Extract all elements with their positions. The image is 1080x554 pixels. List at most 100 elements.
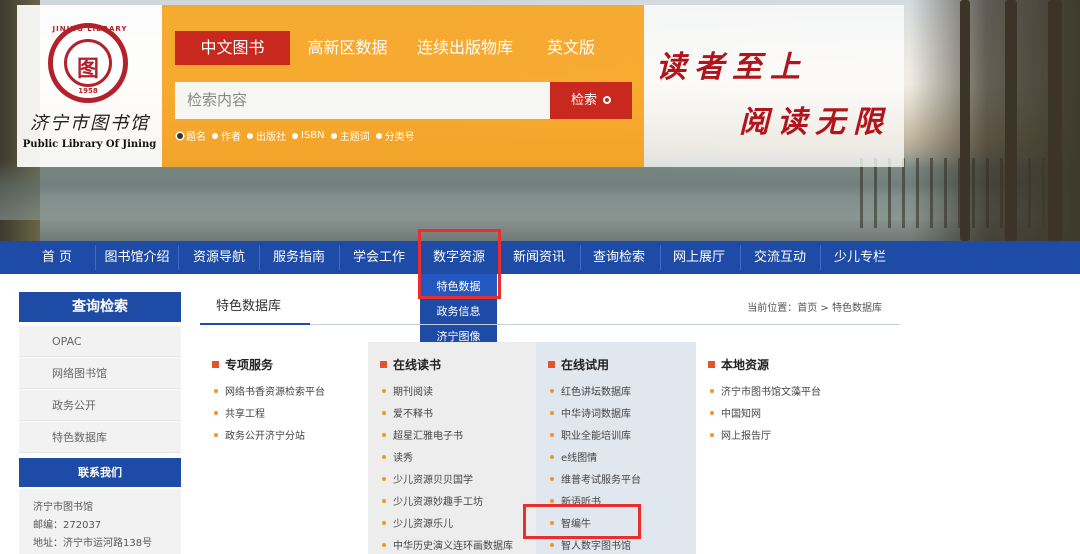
nav-children[interactable]: 少儿专栏: [821, 241, 899, 274]
radio-title[interactable]: 题名: [177, 128, 206, 143]
square-bullet-icon: [708, 361, 715, 368]
main-nav: 首 页 图书馆介绍 资源导航 服务指南 学会工作 数字资源 新闻资讯 查询检索 …: [0, 241, 1080, 274]
list-item[interactable]: 中华历史演义连环画数据库: [382, 536, 513, 554]
nav-resources[interactable]: 资源导航: [180, 241, 258, 274]
slogan-line-2: 阅读无限: [739, 105, 891, 140]
list-item[interactable]: 爱不释书: [382, 404, 513, 426]
sidebar-menu: OPAC 网络图书馆 政务公开 特色数据库: [19, 326, 181, 454]
list-item[interactable]: e线图情: [550, 448, 641, 470]
slogan-panel: 读者至上 阅读无限: [644, 5, 904, 167]
bullet-icon: [382, 389, 386, 393]
square-bullet-icon: [548, 361, 555, 368]
highlight-box-zhibianniu: [523, 504, 641, 539]
search-field-options: 题名 作者 出版社 ISBN 主题词 分类号: [177, 128, 421, 143]
header-banner: JINING LIBRARY 图 1958 济宁市图书馆 Public Libr…: [0, 0, 1080, 241]
bullet-icon: [214, 411, 218, 415]
bullet-icon: [382, 521, 386, 525]
search-icon: [603, 96, 611, 104]
column-online-reading: 在线读书 期刊阅读 爱不释书 超星汇雅电子书 读秀 少儿资源贝贝国学 少儿资源妙…: [368, 342, 536, 554]
library-name-en: Public Library Of Jining: [22, 139, 157, 150]
radio-isbn[interactable]: ISBN: [292, 128, 325, 143]
library-seal-icon: JINING LIBRARY 图 1958: [48, 23, 128, 103]
radio-dot-icon: [212, 132, 218, 139]
list-item[interactable]: 维普考试服务平台: [550, 470, 641, 492]
list-item[interactable]: 政务公开济宁分站: [214, 426, 325, 448]
bullet-icon: [710, 389, 714, 393]
bullet-icon: [550, 543, 554, 547]
contact-postcode: 邮编：272037: [33, 520, 102, 531]
breadcrumb: 当前位置：首页 > 特色数据库: [747, 303, 882, 314]
sidebar-item-network-library[interactable]: 网络图书馆: [19, 358, 181, 389]
radio-dot-icon: [292, 132, 298, 139]
tab-english[interactable]: 英文版: [525, 31, 617, 65]
bullet-icon: [550, 499, 554, 503]
bullet-icon: [550, 455, 554, 459]
search-tabs: 中文图书 高新区数据 连续出版物库 英文版: [175, 31, 617, 65]
page: JINING LIBRARY 图 1958 济宁市图书馆 Public Libr…: [0, 0, 1080, 554]
library-logo[interactable]: JINING LIBRARY 图 1958 济宁市图书馆 Public Libr…: [17, 5, 162, 167]
tab-serials[interactable]: 连续出版物库: [405, 31, 525, 65]
bullet-icon: [382, 499, 386, 503]
nav-service-guide[interactable]: 服务指南: [260, 241, 338, 274]
contact-title: 联系我们: [19, 458, 181, 487]
nav-about[interactable]: 图书馆介绍: [98, 241, 176, 274]
column-local-resources: 本地资源 济宁市图书馆文藻平台 中国知网 网上报告厅: [696, 342, 864, 554]
seal-glyph: 图: [76, 56, 99, 82]
contact-name: 济宁市图书馆: [33, 502, 93, 513]
radio-publisher[interactable]: 出版社: [247, 128, 286, 143]
search-panel: 中文图书 高新区数据 连续出版物库 英文版 检索内容 检索 题名 作者 出版社 …: [162, 5, 644, 167]
list-item[interactable]: 网络书香资源检索平台: [214, 382, 325, 404]
radio-dot-icon: [330, 132, 337, 139]
highlight-box-nav: [418, 229, 501, 299]
sidebar-title: 查询检索: [19, 292, 181, 322]
tab-hightech-data[interactable]: 高新区数据: [290, 31, 405, 65]
list-item[interactable]: 红色讲坛数据库: [550, 382, 641, 404]
search-input[interactable]: 检索内容: [175, 82, 550, 119]
column-title: 在线读书: [380, 356, 441, 373]
bullet-icon: [550, 411, 554, 415]
list-item[interactable]: 少儿资源妙趣手工坊: [382, 492, 513, 514]
nav-divider: [178, 245, 179, 270]
list-item[interactable]: 济宁市图书馆文藻平台: [710, 382, 821, 404]
tab-chinese-books[interactable]: 中文图书: [175, 31, 290, 65]
nav-exhibition[interactable]: 网上展厅: [660, 241, 738, 274]
nav-interaction[interactable]: 交流互动: [741, 241, 819, 274]
list-item[interactable]: 超星汇雅电子书: [382, 426, 513, 448]
search-button-label: 检索: [570, 93, 597, 108]
bullet-icon: [550, 389, 554, 393]
link-list: 济宁市图书馆文藻平台 中国知网 网上报告厅: [710, 382, 821, 448]
seal-year: 1958: [78, 87, 98, 95]
column-title: 专项服务: [212, 356, 273, 373]
sidebar-item-public-affairs[interactable]: 政务公开: [19, 390, 181, 421]
list-item[interactable]: 期刊阅读: [382, 382, 513, 404]
bullet-icon: [550, 477, 554, 481]
slogan-line-1: 读者至上: [656, 50, 808, 85]
page-title: 特色数据库: [200, 295, 310, 325]
square-bullet-icon: [212, 361, 219, 368]
list-item[interactable]: 中华诗词数据库: [550, 404, 641, 426]
list-item[interactable]: 职业全能培训库: [550, 426, 641, 448]
contact-info: 济宁市图书馆 邮编：272037 地址：济宁市运河路138号: [19, 489, 181, 554]
radio-author[interactable]: 作者: [212, 128, 241, 143]
tree-trunk: [1005, 0, 1017, 241]
sidebar-item-opac[interactable]: OPAC: [19, 326, 181, 357]
search-button[interactable]: 检索: [550, 82, 632, 119]
bullet-icon: [710, 411, 714, 415]
contact-address: 地址：济宁市运河路138号: [33, 538, 153, 549]
radio-classification[interactable]: 分类号: [375, 128, 415, 143]
nav-news[interactable]: 新闻资讯: [500, 241, 578, 274]
list-item[interactable]: 读秀: [382, 448, 513, 470]
list-item[interactable]: 少儿资源乐儿: [382, 514, 513, 536]
list-item[interactable]: 网上报告厅: [710, 426, 821, 448]
list-item[interactable]: 少儿资源贝贝国学: [382, 470, 513, 492]
nav-search[interactable]: 查询检索: [580, 241, 658, 274]
radio-subject[interactable]: 主题词: [330, 128, 370, 143]
nav-society[interactable]: 学会工作: [340, 241, 418, 274]
square-bullet-icon: [380, 361, 387, 368]
bullet-icon: [710, 433, 714, 437]
nav-home[interactable]: 首 页: [22, 241, 92, 274]
list-item[interactable]: 中国知网: [710, 404, 821, 426]
list-item[interactable]: 共享工程: [214, 404, 325, 426]
sidebar-item-special-databases[interactable]: 特色数据库: [19, 422, 181, 453]
nav-divider: [95, 245, 96, 270]
